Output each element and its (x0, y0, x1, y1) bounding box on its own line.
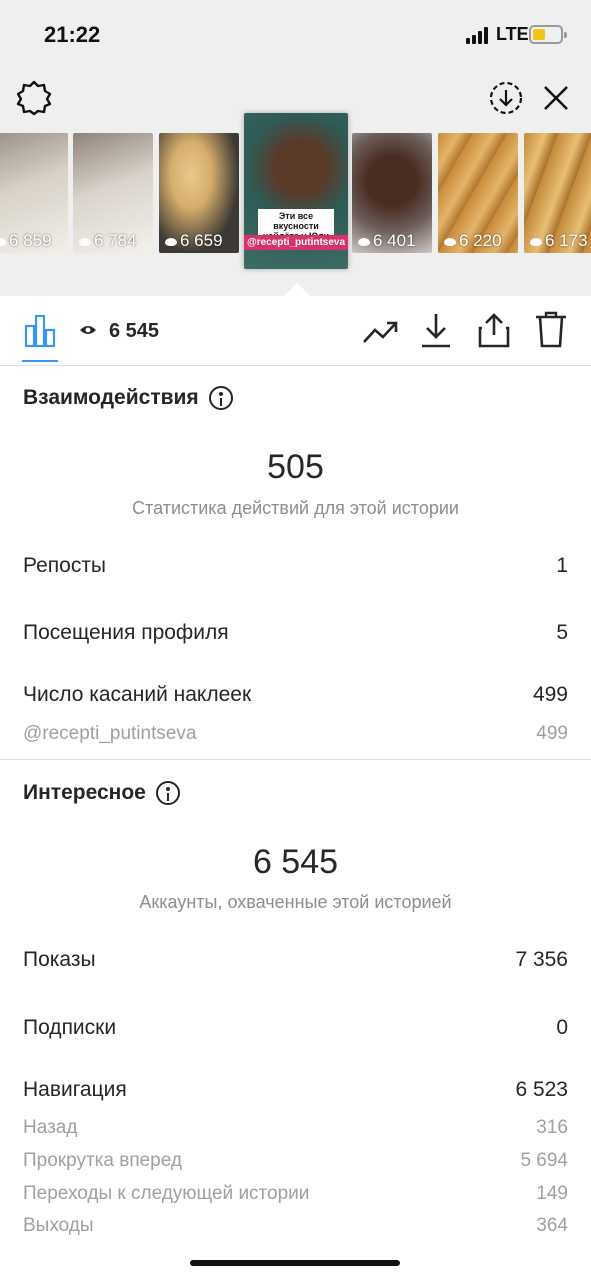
network-label: LTE (496, 24, 529, 44)
share-icon (478, 313, 510, 348)
stat-value: 5 (556, 621, 568, 644)
insights-toolbar: 6 545 (0, 296, 591, 366)
stat-label: Прокрутка вперед (23, 1150, 182, 1171)
stat-value: 5 694 (520, 1150, 568, 1171)
viewers-count[interactable]: 6 545 (109, 320, 159, 343)
stat-label: Число касаний наклеек (23, 683, 252, 706)
trash-icon (536, 311, 566, 348)
story-thumbnail-selected[interactable]: Эти все вкусности найдёте у Юли @recepti… (244, 113, 348, 269)
signal-icon (466, 27, 492, 44)
stat-label: Показы (23, 948, 96, 971)
stat-label: Посещения профиля (23, 621, 229, 644)
download-icon (422, 314, 450, 348)
stat-value: 316 (536, 1117, 568, 1138)
stat-row-forward: Прокрутка вперед 5 694 (23, 1150, 568, 1172)
selected-pointer (284, 283, 310, 296)
story-thumbnail[interactable]: 6 173 (524, 133, 591, 253)
stat-row-follows: Подписки 0 (23, 1016, 568, 1040)
stat-value: 149 (536, 1183, 568, 1204)
home-indicator[interactable] (190, 1260, 400, 1266)
interactions-caption: Статистика действий для этой истории (132, 498, 459, 518)
interactions-heading: Взаимодействия (23, 386, 233, 410)
info-icon[interactable] (155, 781, 180, 805)
stat-value: 6 523 (515, 1078, 568, 1101)
gear-icon (16, 80, 52, 116)
stat-row-sticker-taps: Число касаний наклеек 499 (23, 683, 568, 707)
close-icon (544, 86, 568, 110)
download-button[interactable] (416, 310, 456, 350)
story-thumbnail[interactable]: 6 401 (352, 133, 432, 253)
stat-row-impressions: Показы 7 356 (23, 948, 568, 972)
stat-value: 1 (556, 554, 568, 577)
delete-button[interactable] (531, 310, 571, 350)
thumbnail-views: 6 401 (358, 231, 416, 251)
stat-label: Навигация (23, 1078, 127, 1101)
thumbnail-mention: @recepti_putintseva (244, 235, 348, 250)
save-story-button[interactable] (486, 78, 526, 118)
trending-up-icon (363, 321, 398, 343)
stat-value: 0 (556, 1016, 568, 1039)
info-icon[interactable] (208, 386, 233, 410)
stat-row-profile-visits: Посещения профиля 5 (23, 621, 568, 645)
stat-row-next-story: Переходы к следующей истории 149 (23, 1183, 568, 1205)
share-button[interactable] (474, 310, 514, 350)
stat-row-back: Назад 316 (23, 1117, 568, 1139)
stat-row-sticker-account: @recepti_putintseva 499 (23, 723, 568, 745)
stat-value: 364 (536, 1215, 568, 1236)
section-divider (0, 759, 591, 760)
stat-label: Репосты (23, 554, 107, 577)
stat-row-navigation: Навигация 6 523 (23, 1078, 568, 1102)
viewers-tab[interactable] (78, 322, 98, 338)
battery-icon (529, 25, 567, 44)
stat-value: 7 356 (515, 948, 568, 971)
story-thumbnails: 6 859 6 784 6 659 Эти все вкусности найд… (0, 113, 591, 275)
discovery-heading: Интересное (23, 781, 180, 805)
interactions-title: Взаимодействия (23, 386, 199, 409)
story-header-area: 21:22 LTE 6 859 6 784 6 659 Эти все вкус… (0, 0, 591, 296)
stat-label: Назад (23, 1117, 78, 1138)
thumbnail-views: 6 659 (165, 231, 223, 251)
stat-value: 499 (532, 683, 568, 706)
stats-tab[interactable] (20, 310, 60, 350)
bar-chart-icon (24, 314, 56, 348)
eye-icon (80, 326, 96, 334)
stat-row-exits: Выходы 364 (23, 1215, 568, 1237)
story-thumbnail[interactable]: 6 859 (0, 133, 68, 253)
story-thumbnail[interactable]: 6 220 (438, 133, 518, 253)
thumbnail-views: 6 784 (79, 231, 137, 251)
status-bar: 21:22 LTE (0, 0, 591, 70)
download-circle-icon (489, 81, 523, 115)
stat-value: 499 (536, 723, 568, 744)
stat-row-reposts: Репосты 1 (23, 554, 568, 578)
thumbnail-views: 6 173 (530, 231, 588, 251)
active-tab-indicator (22, 360, 58, 362)
stat-label: @recepti_putintseva (23, 723, 197, 744)
discovery-title: Интересное (23, 781, 146, 804)
promote-button[interactable] (360, 312, 400, 352)
thumbnail-views: 6 859 (0, 231, 52, 251)
thumbnail-views: 6 220 (444, 231, 502, 251)
interactions-total: 505 (267, 448, 324, 486)
discovery-total: 6 545 (252, 843, 339, 881)
status-time: 21:22 (44, 22, 101, 47)
stat-label: Переходы к следующей истории (23, 1183, 310, 1204)
story-thumbnail[interactable]: 6 659 (159, 133, 239, 253)
stat-label: Выходы (23, 1215, 94, 1236)
close-button[interactable] (538, 80, 574, 116)
settings-button[interactable] (14, 78, 54, 118)
story-thumbnail[interactable]: 6 784 (73, 133, 153, 253)
discovery-caption: Аккаунты, охваченные этой историей (139, 892, 452, 912)
stat-label: Подписки (23, 1016, 117, 1039)
